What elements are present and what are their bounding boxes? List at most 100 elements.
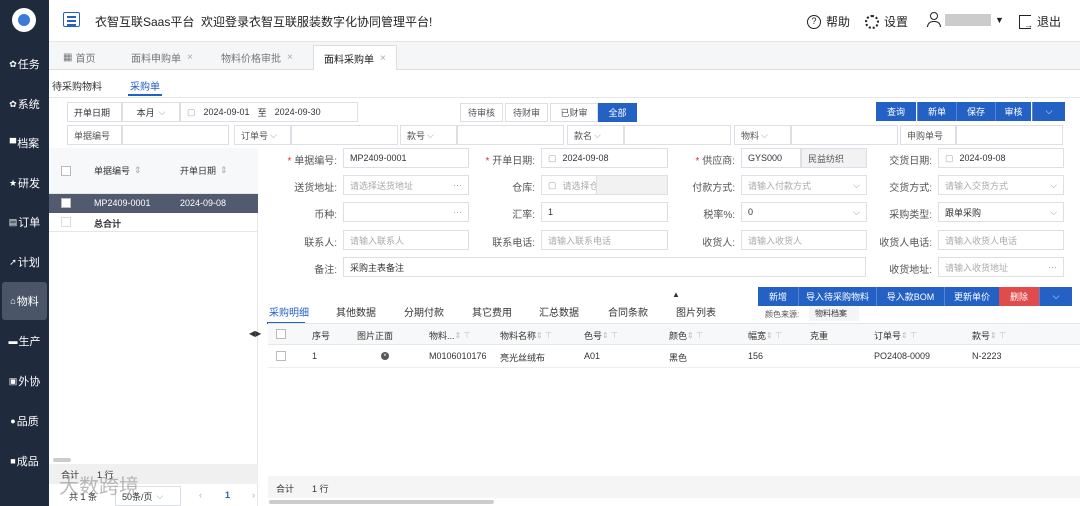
open-date-input[interactable]: ▢ 2024-09-08 xyxy=(541,148,668,168)
save-button[interactable]: 保存 xyxy=(956,102,995,121)
sort-filter-icon[interactable]: ⇕ ⊤ xyxy=(687,331,703,340)
tab-price-approval[interactable]: 物料价格审批 × xyxy=(211,45,303,70)
tax-input[interactable]: 0 ⌵ xyxy=(741,202,867,222)
filter-stylename-label[interactable]: 款名 ⌵ xyxy=(567,125,624,145)
help-button[interactable]: ? 帮助 xyxy=(807,13,850,30)
sidebar-item-6[interactable]: ⌂ 物料 xyxy=(2,282,47,320)
table-row[interactable]: 1 × M0106010176 亮光丝绒布 A01 黑色 156 PO2408-… xyxy=(268,345,1080,368)
detail-col-8[interactable]: 订单号 ⇕ ⊤ xyxy=(874,329,917,342)
row-checkbox[interactable] xyxy=(61,198,71,208)
tab-fabric-purchase[interactable]: 面料采购单 × xyxy=(313,45,397,70)
payment-input[interactable]: 请输入付款方式 ⌵ xyxy=(741,175,867,195)
receiver-phone-input[interactable]: 请输入收货人电话 xyxy=(938,230,1064,250)
import-bom-button[interactable]: 导入款BOM xyxy=(876,287,944,306)
close-icon[interactable]: × xyxy=(287,52,293,63)
menu-toggle-icon[interactable] xyxy=(63,12,80,27)
supplier-code[interactable]: GYS000 xyxy=(741,148,801,168)
close-icon[interactable]: × xyxy=(187,52,193,63)
contact-input[interactable]: 请输入联系人 xyxy=(343,230,469,250)
collapse-up-icon[interactable]: ▲ xyxy=(672,290,680,299)
subtab-pending[interactable]: 待采购物料 xyxy=(52,78,102,93)
update-price-button[interactable]: 更新单价 xyxy=(944,287,999,306)
user-menu[interactable]: ▼ xyxy=(927,12,1004,27)
color-source-select[interactable]: 物料档案 xyxy=(809,306,859,321)
delete-button[interactable]: 删除 xyxy=(999,287,1039,306)
scrollbar[interactable] xyxy=(53,458,71,462)
sidebar-item-2[interactable]: ▀ 档案 xyxy=(2,124,47,162)
settings-button[interactable]: 设置 xyxy=(865,13,908,30)
detail-col-9[interactable]: 款号 ⇕ ⊤ xyxy=(972,329,1006,342)
detail-more-button[interactable]: ⌵ xyxy=(1039,287,1072,306)
col-docno[interactable]: 单据编号 ⇕ xyxy=(94,164,142,177)
filter-docno-input[interactable] xyxy=(122,125,229,145)
receiver-input[interactable]: 请输入收货人 xyxy=(741,230,867,250)
detail-tab-4[interactable]: 汇总数据 xyxy=(539,304,579,319)
detail-col-0[interactable]: 序号 xyxy=(312,329,330,342)
more-icon[interactable]: ··· xyxy=(1048,262,1057,272)
rate-input[interactable]: 1 xyxy=(541,202,668,222)
table-row[interactable]: MP2409-0001 2024-09-08 xyxy=(49,194,258,213)
detail-col-7[interactable]: 克重 xyxy=(810,329,828,342)
date-range[interactable]: ▢ 2024-09-01 至 2024-09-30 xyxy=(180,102,358,122)
sidebar-item-8[interactable]: ▣ 外协 xyxy=(2,362,47,400)
status-pending-finance[interactable]: 待财审 xyxy=(505,103,548,122)
detail-col-4[interactable]: 色号 ⇕ ⊤ xyxy=(584,329,618,342)
sidebar-item-0[interactable]: ✿ 任务 xyxy=(2,45,47,83)
detail-tab-5[interactable]: 合同条款 xyxy=(608,304,648,319)
filter-order-label[interactable]: 订单号 ⌵ xyxy=(234,125,291,145)
tab-home[interactable]: ▦ 首页 xyxy=(53,45,105,70)
detail-tab-2[interactable]: 分期付款 xyxy=(404,304,444,319)
delivery-date-input[interactable]: ▢ 2024-09-08 xyxy=(938,148,1064,168)
collapse-arrow-icon[interactable]: ◀▶ xyxy=(249,329,261,338)
delivery-mode-input[interactable]: 请输入交货方式 ⌵ xyxy=(938,175,1064,195)
sidebar-item-5[interactable]: ➚ 计划 xyxy=(2,243,47,281)
sidebar-item-3[interactable]: ★ 研发 xyxy=(2,164,47,202)
sort-filter-icon[interactable]: ⇕ ⊤ xyxy=(901,331,917,340)
import-pending-button[interactable]: 导入待采购物料 xyxy=(798,287,876,306)
ptype-input[interactable]: 跟单采购 ⌵ xyxy=(938,202,1064,222)
filter-material-label[interactable]: 物料 ⌵ xyxy=(734,125,791,145)
sidebar-item-1[interactable]: ✿ 系统 xyxy=(2,85,47,123)
logout-button[interactable]: → 退出 xyxy=(1019,13,1061,30)
sidebar-item-10[interactable]: ■ 成品 xyxy=(2,442,47,480)
filter-style-label[interactable]: 款号 ⌵ xyxy=(400,125,457,145)
sidebar-item-7[interactable]: ▬ 生产 xyxy=(2,322,47,360)
filter-order-input[interactable] xyxy=(291,125,398,145)
detail-col-1[interactable]: 图片正面 xyxy=(357,329,393,342)
close-icon[interactable]: × xyxy=(380,53,386,64)
detail-col-2[interactable]: 物料... ⇕ ⊤ xyxy=(429,329,470,342)
remark-input[interactable]: 采购主表备注 xyxy=(343,257,866,277)
review-button[interactable]: 审核 xyxy=(995,102,1031,121)
h-scrollbar[interactable] xyxy=(269,500,494,504)
phone-input[interactable]: 请输入联系电话 xyxy=(541,230,668,250)
detail-col-3[interactable]: 物料名称 ⇕ ⊤ xyxy=(500,329,552,342)
detail-tab-1[interactable]: 其他数据 xyxy=(336,304,376,319)
detail-col-6[interactable]: 幅宽 ⇕ ⊤ xyxy=(748,329,782,342)
status-all[interactable]: 全部 xyxy=(598,103,637,122)
query-button[interactable]: 查询 xyxy=(876,102,916,121)
sort-filter-icon[interactable]: ⇕ ⊤ xyxy=(536,331,552,340)
sort-filter-icon[interactable]: ⇕ ⊤ xyxy=(602,331,618,340)
doc-no-input[interactable]: MP2409-0001 xyxy=(343,148,469,168)
subtab-purchase-order[interactable]: 采购单 xyxy=(130,78,160,93)
more-actions-button[interactable]: ⌵ xyxy=(1032,102,1065,121)
detail-tab-3[interactable]: 其它费用 xyxy=(472,304,512,319)
detail-tab-6[interactable]: 图片列表 xyxy=(676,304,716,319)
sidebar-item-9[interactable]: ● 品质 xyxy=(2,402,47,440)
filter-requisition-input[interactable] xyxy=(956,125,1063,145)
sort-filter-icon[interactable]: ⇕ ⊤ xyxy=(766,331,782,340)
col-date[interactable]: 开单日期 ⇕ xyxy=(180,164,228,177)
ship-addr-input[interactable]: 请选择送货地址 ··· xyxy=(343,175,469,195)
sort-filter-icon[interactable]: ⇕ ⊤ xyxy=(455,331,471,340)
detail-col-5[interactable]: 颜色 ⇕ ⊤ xyxy=(669,329,703,342)
sort-filter-icon[interactable]: ⇕ ⊤ xyxy=(990,331,1006,340)
add-row-button[interactable]: 新增 xyxy=(758,287,798,306)
filter-style-input[interactable] xyxy=(457,125,564,145)
select-all-checkbox[interactable] xyxy=(61,166,71,176)
image-close-icon[interactable]: × xyxy=(381,352,389,360)
filter-stylename-input[interactable] xyxy=(624,125,731,145)
detail-select-all[interactable] xyxy=(276,329,286,339)
detail-row-checkbox[interactable] xyxy=(276,351,286,361)
current-page[interactable]: 1 xyxy=(225,490,230,500)
sidebar-item-4[interactable]: ▤ 订单 xyxy=(2,203,47,241)
